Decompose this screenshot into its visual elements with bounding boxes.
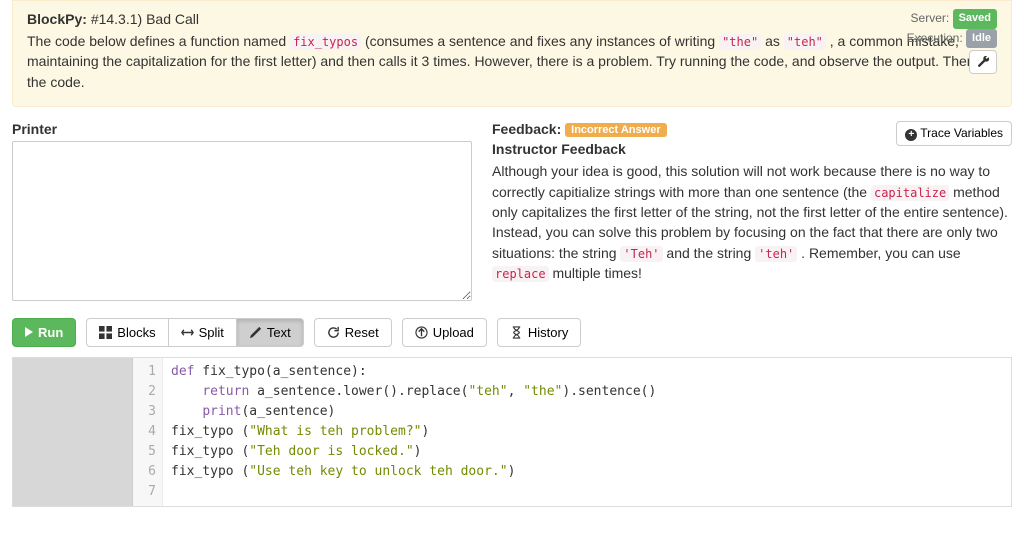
server-label: Server: [911, 11, 950, 25]
execution-label: Execution: [907, 31, 963, 45]
upload-button[interactable]: Upload [402, 318, 487, 347]
status-panel: Server: Saved Execution: Idle [907, 9, 997, 75]
code-teh: "teh" [784, 34, 826, 50]
split-icon [181, 326, 194, 339]
code-Teh: 'Teh' [620, 246, 662, 262]
code-the: "the" [719, 34, 761, 50]
hourglass-icon [510, 326, 523, 339]
plus-icon: + [905, 129, 917, 141]
trace-variables-button[interactable]: +Trace Variables [896, 121, 1012, 146]
code-area[interactable]: def fix_typo(a_sentence): return a_sente… [163, 358, 1011, 506]
history-button[interactable]: History [497, 318, 581, 347]
problem-header: Server: Saved Execution: Idle BlockPy: #… [12, 0, 1012, 107]
wrench-icon [977, 56, 990, 69]
line-gutter: 1234567 [133, 358, 163, 506]
feedback-status-badge: Incorrect Answer [565, 123, 666, 137]
code-fix_typos: fix_typos [290, 34, 361, 50]
pencil-icon [249, 326, 262, 339]
run-button[interactable]: Run [12, 318, 76, 347]
reset-button[interactable]: Reset [314, 318, 392, 347]
blocks-button[interactable]: Blocks [86, 318, 168, 347]
toolbar: Run Blocks Split Text Reset Upload [12, 318, 1012, 347]
feedback-label: Feedback: [492, 121, 561, 137]
editor-drag-handle[interactable] [13, 358, 133, 506]
code-teh2: 'teh' [755, 246, 797, 262]
code-capitalize: capitalize [871, 185, 949, 201]
refresh-icon [327, 326, 340, 339]
app-name: BlockPy: [27, 11, 87, 27]
split-button[interactable]: Split [168, 318, 237, 347]
view-mode-group: Blocks Split Text [86, 318, 303, 347]
play-icon [25, 327, 33, 337]
printer-output[interactable] [12, 141, 472, 301]
problem-title: #14.3.1) Bad Call [91, 11, 199, 27]
upload-icon [415, 326, 428, 339]
grid-icon [99, 326, 112, 339]
code-replace: replace [492, 266, 549, 282]
feedback-body: Although your idea is good, this solutio… [492, 161, 1012, 283]
text-button[interactable]: Text [236, 318, 304, 347]
settings-button[interactable] [969, 50, 997, 74]
code-editor[interactable]: 1234567 def fix_typo(a_sentence): return… [12, 357, 1012, 507]
execution-status-badge: Idle [966, 29, 997, 49]
printer-title: Printer [12, 121, 472, 137]
server-status-badge: Saved [953, 9, 997, 29]
problem-description: The code below defines a function named … [27, 31, 997, 92]
